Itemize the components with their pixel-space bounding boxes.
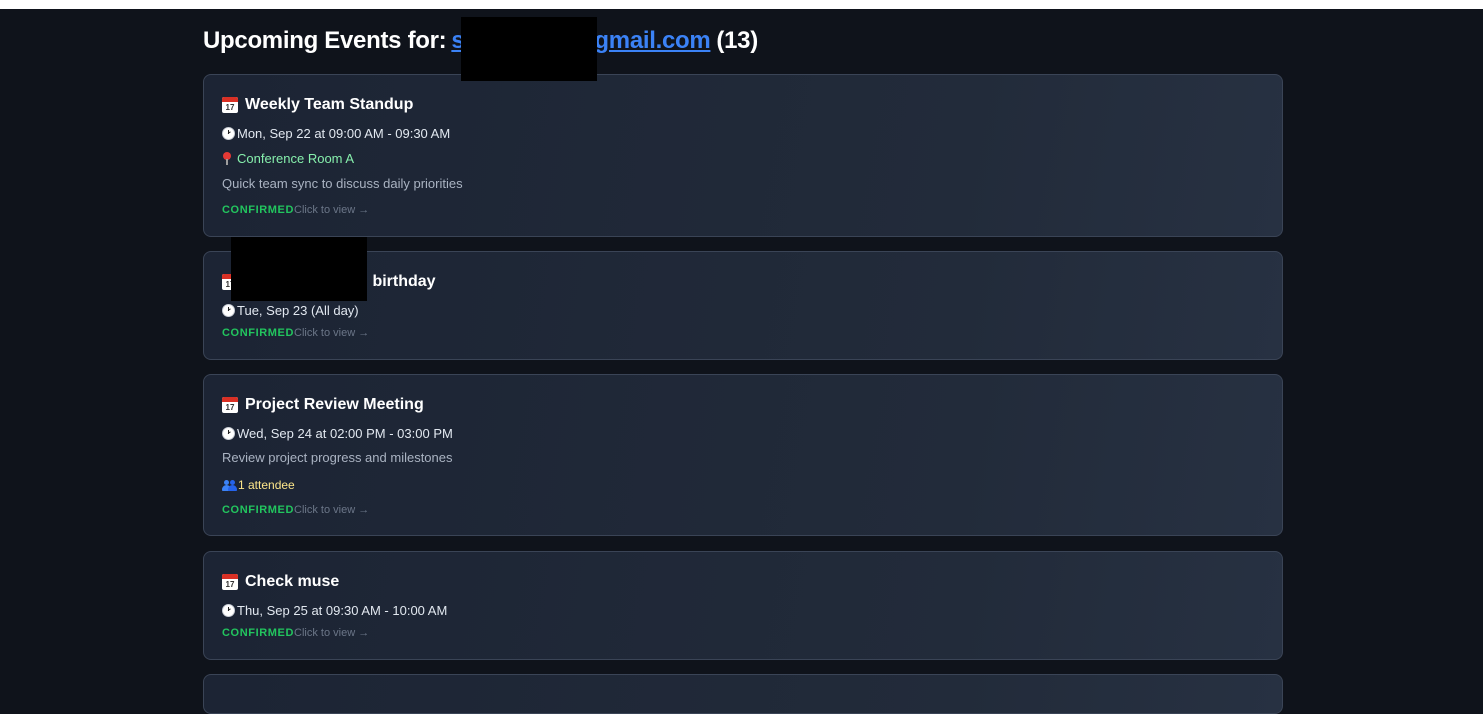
map-pin-icon bbox=[222, 151, 232, 165]
event-title: Weekly Team Standup bbox=[222, 95, 1264, 115]
click-to-view-link[interactable]: Click to view → bbox=[294, 627, 369, 639]
event-time: Tue, Sep 23 (All day) bbox=[222, 302, 1264, 318]
event-status-row: CONFIRMED Click to view → bbox=[222, 504, 1264, 518]
event-location: Conference Room A bbox=[222, 150, 1264, 166]
redaction-block bbox=[231, 237, 367, 301]
event-time-text: Wed, Sep 24 at 02:00 PM - 03:00 PM bbox=[237, 425, 453, 441]
event-status-row: CONFIRMED Click to view → bbox=[222, 327, 1264, 341]
event-time-text: Mon, Sep 22 at 09:00 AM - 09:30 AM bbox=[237, 125, 451, 141]
event-description: Quick team sync to discuss daily priorit… bbox=[222, 176, 463, 191]
event-time: Mon, Sep 22 at 09:00 AM - 09:30 AM bbox=[222, 125, 1264, 141]
event-title: Check muse bbox=[222, 572, 1264, 592]
event-card[interactable] bbox=[203, 674, 1283, 714]
click-to-view-link[interactable]: Click to view → bbox=[294, 327, 369, 339]
event-title: Project Review Meeting bbox=[222, 395, 1264, 415]
event-card[interactable]: Weekly Team Standup Mon, Sep 22 at 09:00… bbox=[203, 74, 1283, 237]
event-attendees: 1 attendee bbox=[222, 477, 1264, 493]
event-location-text: Conference Room A bbox=[237, 150, 355, 166]
click-to-view-link[interactable]: Click to view → bbox=[294, 504, 369, 516]
calendar-icon bbox=[222, 397, 238, 413]
click-to-view-link[interactable]: Click to view → bbox=[294, 204, 369, 216]
calendar-icon bbox=[222, 97, 238, 113]
event-time: Thu, Sep 25 at 09:30 AM - 10:00 AM bbox=[222, 602, 1264, 618]
clock-icon bbox=[222, 603, 235, 617]
status-badge: CONFIRMED bbox=[222, 504, 295, 516]
event-status-row: CONFIRMED Click to view → bbox=[222, 627, 1264, 641]
event-attendees-text: 1 attendee bbox=[238, 478, 295, 492]
calendar-icon bbox=[222, 574, 238, 590]
events-page: Upcoming Events for: sgmail.com (13) Wee… bbox=[203, 9, 1283, 714]
title-prefix: Upcoming Events for: bbox=[203, 27, 447, 54]
clock-icon bbox=[222, 126, 235, 140]
event-time-text: Thu, Sep 25 at 09:30 AM - 10:00 AM bbox=[237, 602, 448, 618]
event-card[interactable]: Project Review Meeting Wed, Sep 24 at 02… bbox=[203, 374, 1283, 536]
top-bar bbox=[0, 0, 1483, 9]
status-badge: CONFIRMED bbox=[222, 627, 295, 639]
status-badge: CONFIRMED bbox=[222, 327, 295, 339]
status-badge: CONFIRMED bbox=[222, 204, 295, 216]
event-title-text: Weekly Team Standup bbox=[245, 96, 414, 113]
event-title-text: Check muse bbox=[245, 573, 340, 590]
event-count: (13) bbox=[716, 27, 758, 54]
redaction-block bbox=[461, 17, 597, 81]
event-status-row: CONFIRMED Click to view → bbox=[222, 204, 1264, 218]
event-title-text: birthday bbox=[368, 273, 436, 290]
event-card[interactable]: Check muse Thu, Sep 25 at 09:30 AM - 10:… bbox=[203, 551, 1283, 660]
clock-icon bbox=[222, 426, 235, 440]
event-description: Review project progress and milestones bbox=[222, 450, 453, 465]
clock-icon bbox=[222, 303, 235, 317]
event-title: birthday bbox=[222, 272, 1264, 292]
event-time: Wed, Sep 24 at 02:00 PM - 03:00 PM bbox=[222, 425, 1264, 441]
page-title: Upcoming Events for: s gmail.com (13) bbox=[203, 9, 1283, 73]
event-time-text: Tue, Sep 23 (All day) bbox=[237, 302, 359, 318]
people-icon bbox=[222, 479, 237, 492]
event-title-text: Project Review Meeting bbox=[245, 396, 424, 413]
